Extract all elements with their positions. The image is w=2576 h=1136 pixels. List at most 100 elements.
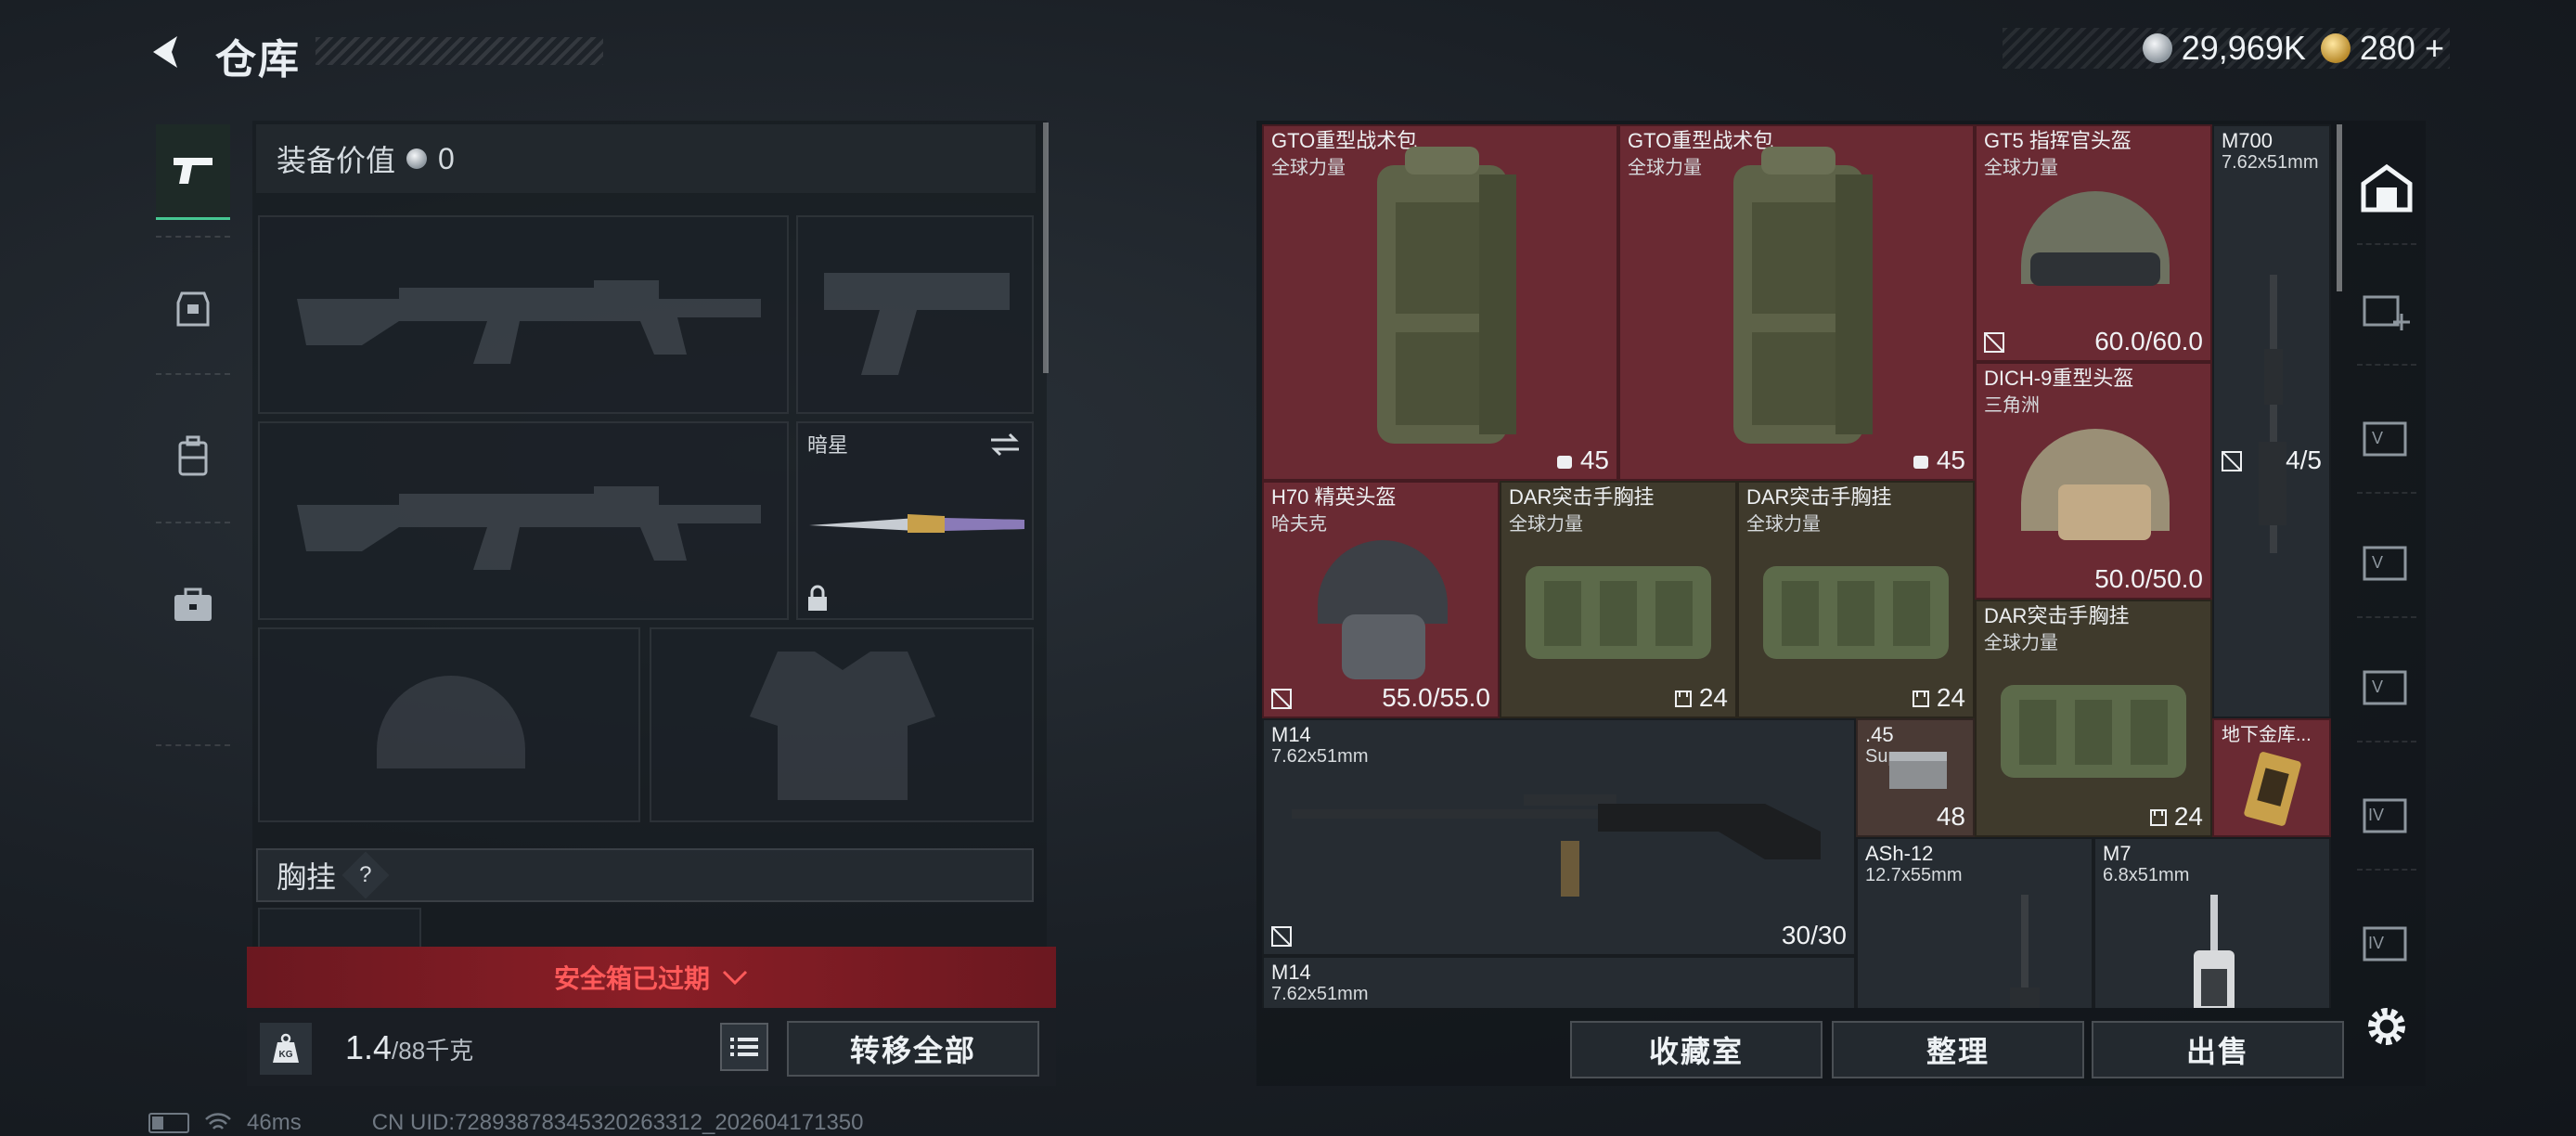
- sidearm-slot[interactable]: [796, 215, 1034, 414]
- tab-stash-home[interactable]: [2348, 137, 2426, 239]
- stash-item[interactable]: ASh-12 12.7x55mm: [1856, 837, 2093, 1008]
- stash-grid[interactable]: GTO重型战术包 全球力量 45 GTO重型战术包 全球力量 45 GT5 指挥…: [1262, 124, 2331, 1008]
- knife-icon: [809, 514, 1024, 533]
- stash-item[interactable]: DAR突击手胸挂 全球力量 24: [1737, 481, 1975, 718]
- stash-item[interactable]: GTO重型战术包 全球力量 45: [1618, 124, 1975, 481]
- gold-currency[interactable]: 280 +: [2320, 29, 2444, 68]
- sell-button[interactable]: 出售: [2092, 1021, 2344, 1078]
- stash-item[interactable]: DAR突击手胸挂 全球力量 24: [1500, 481, 1737, 718]
- chest-rig-icon: [1526, 566, 1711, 659]
- capacity-icon: [2149, 809, 2167, 826]
- ammo-count: 4/5: [2286, 445, 2322, 474]
- backpack-icon: [1733, 147, 1873, 444]
- transfer-all-button[interactable]: 转移全部: [787, 1021, 1039, 1077]
- settings-button[interactable]: [2361, 1000, 2413, 1052]
- stash-item[interactable]: .45 Sup 48: [1856, 718, 1975, 837]
- chest-rig-slot[interactable]: [258, 908, 421, 949]
- back-button[interactable]: [139, 26, 195, 78]
- ammo-box-icon: [1889, 752, 1947, 789]
- tab-cases[interactable]: [156, 559, 230, 652]
- gear-icon: [2368, 1008, 2405, 1045]
- stash-item[interactable]: DICH-9重型头盔 三角洲 50.0/50.0: [1975, 362, 2212, 600]
- tab-gear[interactable]: [156, 262, 230, 355]
- helmet-icon: [2021, 191, 2170, 286]
- stash-item[interactable]: 地下金库...: [2212, 718, 2331, 837]
- sniper-rifle-icon: [2259, 275, 2286, 553]
- back-arrow-icon: [153, 36, 177, 68]
- add-stash-icon: [2363, 295, 2410, 330]
- gold-plus[interactable]: +: [2425, 29, 2444, 68]
- stash-item[interactable]: M7 6.8x51mm: [2093, 837, 2331, 1008]
- backpack-icon: [1377, 147, 1516, 444]
- svg-text:IV: IV: [2368, 934, 2384, 952]
- stack-count: 48: [1936, 802, 1965, 831]
- tab-backpack[interactable]: [156, 410, 230, 503]
- v-stash-icon: V: [2363, 546, 2407, 581]
- equip-value-bar: 装备价值 0: [256, 124, 1036, 193]
- melee-slot[interactable]: 暗星: [796, 421, 1034, 620]
- silver-coin-icon: [2142, 33, 2172, 63]
- tab-stash-iv1[interactable]: IV: [2348, 763, 2426, 865]
- stash-item[interactable]: GT5 指挥官头盔 全球力量 60.0/60.0: [1975, 124, 2212, 362]
- loadout-scrollbar[interactable]: [1043, 123, 1049, 373]
- swap-icon[interactable]: [987, 431, 1023, 458]
- secondary-weapon-slot[interactable]: [258, 421, 789, 620]
- chest-rig-header[interactable]: 胸挂 ?: [256, 848, 1034, 902]
- stash-item[interactable]: M700 7.62x51mm 4/5: [2212, 124, 2331, 718]
- iv-stash-icon: IV: [2363, 798, 2407, 833]
- stash-item[interactable]: H70 精英头盔 哈夫克 55.0/55.0: [1262, 481, 1500, 718]
- status-footer: 46ms CN UID:72893878345320263312_2026041…: [148, 1110, 864, 1136]
- rifle-icon: [2010, 895, 2040, 1008]
- tab-weapons[interactable]: [156, 124, 230, 220]
- battery-icon: [148, 1113, 189, 1133]
- weight-icon: KG: [260, 1023, 312, 1075]
- collection-room-button[interactable]: 收藏室: [1570, 1021, 1823, 1078]
- list-view-button[interactable]: [720, 1023, 768, 1071]
- durability: 60.0/60.0: [2094, 327, 2203, 355]
- organize-button[interactable]: 整理: [1832, 1021, 2084, 1078]
- stash-item[interactable]: GTO重型战术包 全球力量 45: [1262, 124, 1618, 481]
- stash-scrollbar[interactable]: [2337, 124, 2342, 291]
- rifle-silhouette-icon: [297, 486, 761, 570]
- tab-stash-v3[interactable]: V: [2348, 635, 2426, 737]
- helmet-slot[interactable]: [258, 627, 640, 822]
- capacity-icon: [1674, 691, 1692, 707]
- wifi-icon: [205, 1113, 231, 1130]
- pistol-icon: [174, 158, 213, 184]
- home-icon: [2361, 163, 2413, 213]
- help-icon[interactable]: ?: [341, 851, 390, 899]
- capacity-icon: [1913, 456, 1928, 469]
- stash-item[interactable]: M14 7.62x51mm 30/30: [1262, 718, 1856, 956]
- equip-value-label: 装备价值: [277, 144, 396, 177]
- helmet-icon: [1318, 540, 1448, 679]
- user-uid: CN UID:72893878345320263312_202604171350: [371, 1110, 864, 1135]
- helmet-vest-icon: [176, 291, 210, 327]
- svg-text:V: V: [2372, 553, 2383, 572]
- key-card-icon: [2244, 752, 2301, 826]
- item-value: 45: [1911, 445, 1965, 475]
- primary-weapon-slot[interactable]: [258, 215, 789, 414]
- silver-currency[interactable]: 29,969K: [2142, 29, 2306, 68]
- tab-stash-v1[interactable]: V: [2348, 386, 2426, 488]
- item-value: 24: [2148, 802, 2203, 832]
- helmet-icon: [2021, 429, 2170, 540]
- stash-item[interactable]: DAR突击手胸挂 全球力量 24: [1975, 600, 2212, 837]
- weight-current: 1.4: [345, 1028, 393, 1066]
- svg-text:V: V: [2372, 429, 2383, 447]
- safe-box-status: 安全箱已过期: [553, 964, 710, 993]
- briefcase-icon: [174, 587, 212, 621]
- tab-stash-iv2[interactable]: IV: [2348, 891, 2426, 993]
- list-icon: [730, 1038, 758, 1056]
- iv-stash-icon: IV: [2363, 926, 2407, 962]
- armor-slot[interactable]: [650, 627, 1034, 822]
- armor-silhouette-icon: [750, 652, 935, 800]
- backpack-icon: [178, 435, 208, 476]
- capacity-icon: [1912, 691, 1929, 707]
- safe-box-expired-banner[interactable]: 安全箱已过期: [247, 947, 1056, 1008]
- tab-stash-v2[interactable]: V: [2348, 510, 2426, 613]
- stash-item[interactable]: M14 7.62x51mm: [1262, 956, 1856, 1008]
- no-repair-icon: [2222, 451, 2242, 471]
- tab-add-stash[interactable]: [2348, 260, 2426, 362]
- rifle-silhouette-icon: [297, 280, 761, 364]
- no-repair-icon: [1271, 689, 1292, 709]
